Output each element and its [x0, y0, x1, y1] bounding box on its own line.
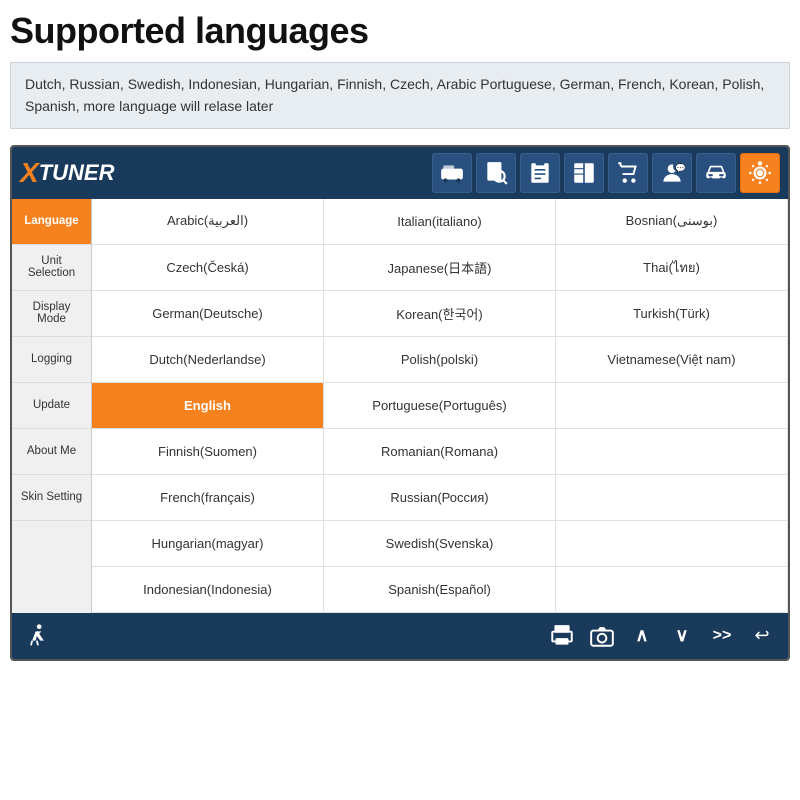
settings-icon[interactable]: [740, 153, 780, 193]
sidebar-item-display-mode[interactable]: Display Mode: [12, 291, 91, 337]
clipboard-icon[interactable]: [520, 153, 560, 193]
lang-cell[interactable]: Korean(한국어): [324, 291, 556, 337]
sidebar-item-about-me[interactable]: About Me: [12, 429, 91, 475]
svg-text:💬: 💬: [675, 163, 685, 173]
book-icon[interactable]: [564, 153, 604, 193]
lang-cell[interactable]: Vietnamese(Việt nam): [556, 337, 788, 383]
app-container: X TUNER: [10, 145, 790, 661]
lang-cell[interactable]: French(français): [92, 475, 324, 521]
logo-tuner: TUNER: [39, 160, 115, 186]
lang-cell: [556, 383, 788, 429]
print-icon[interactable]: [544, 618, 580, 654]
lang-cell: [556, 521, 788, 567]
lang-cell[interactable]: Turkish(Türk): [556, 291, 788, 337]
lang-cell[interactable]: Bosnian(بوسنی): [556, 199, 788, 245]
lang-cell: [556, 475, 788, 521]
camera-icon[interactable]: [584, 618, 620, 654]
logo: X TUNER: [20, 157, 114, 189]
lang-cell: [556, 429, 788, 475]
subtitle-box: Dutch, Russian, Swedish, Indonesian, Hun…: [10, 62, 790, 129]
lang-cell[interactable]: Czech(Česká): [92, 245, 324, 291]
back-icon[interactable]: ↩: [744, 618, 780, 654]
language-grid: Arabic(العربية)Italian(italiano)Bosnian(…: [92, 199, 788, 613]
lang-cell[interactable]: Italian(italiano): [324, 199, 556, 245]
page-title: Supported languages: [10, 10, 790, 52]
vehicle-icon[interactable]: [432, 153, 472, 193]
lang-cell[interactable]: English: [92, 383, 324, 429]
sidebar-item-unit-selection[interactable]: Unit Selection: [12, 245, 91, 291]
lang-cell[interactable]: Hungarian(magyar): [92, 521, 324, 567]
lang-cell[interactable]: Russian(Россия): [324, 475, 556, 521]
lang-cell[interactable]: Finnish(Suomen): [92, 429, 324, 475]
bottom-left: [20, 618, 56, 654]
lang-cell[interactable]: Spanish(Español): [324, 567, 556, 613]
sidebar-item-language[interactable]: Language: [12, 199, 91, 245]
search-doc-icon[interactable]: [476, 153, 516, 193]
lang-cell[interactable]: Arabic(العربية): [92, 199, 324, 245]
toolbar-icons: 💬: [432, 153, 780, 193]
lang-cell[interactable]: Thai(ไทย): [556, 245, 788, 291]
toolbar: X TUNER: [12, 147, 788, 199]
lang-cell[interactable]: Romanian(Romana): [324, 429, 556, 475]
forward-icon[interactable]: >>: [704, 618, 740, 654]
lang-cell[interactable]: Dutch(Nederlandse): [92, 337, 324, 383]
down-icon[interactable]: ∨: [664, 618, 700, 654]
up-icon[interactable]: ∧: [624, 618, 660, 654]
lang-cell[interactable]: Swedish(Svenska): [324, 521, 556, 567]
sidebar-item-update[interactable]: Update: [12, 383, 91, 429]
lang-cell[interactable]: Indonesian(Indonesia): [92, 567, 324, 613]
lang-cell[interactable]: Portuguese(Português): [324, 383, 556, 429]
user-icon[interactable]: 💬: [652, 153, 692, 193]
car-icon[interactable]: [696, 153, 736, 193]
logo-x: X: [20, 157, 39, 189]
cart-icon[interactable]: [608, 153, 648, 193]
sidebar-item-logging[interactable]: Logging: [12, 337, 91, 383]
sidebar-item-skin-setting[interactable]: Skin Setting: [12, 475, 91, 521]
lang-cell: [556, 567, 788, 613]
lang-cell[interactable]: Japanese(日本語): [324, 245, 556, 291]
run-icon[interactable]: [20, 618, 56, 654]
bottom-icons-right: ∧ ∨ >> ↩: [544, 618, 780, 654]
lang-cell[interactable]: German(Deutsche): [92, 291, 324, 337]
content-area: Language Unit Selection Display Mode Log…: [12, 199, 788, 613]
lang-cell[interactable]: Polish(polski): [324, 337, 556, 383]
bottom-bar: ∧ ∨ >> ↩: [12, 613, 788, 659]
sidebar: Language Unit Selection Display Mode Log…: [12, 199, 92, 613]
